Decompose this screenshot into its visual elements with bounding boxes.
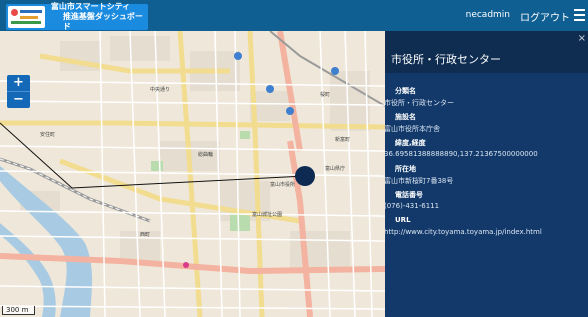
app-title: 富山市スマートシティ 推進基盤ダッシュボード [51,2,148,32]
city-logo-icon [8,6,45,28]
map-label: 桜町 [320,92,331,98]
panel-body: 分類名 市役所・行政センター 施設名 富山市役所本庁舎 緯度,経度 36.695… [385,73,588,317]
map-scale: 300 m [2,306,36,315]
field-value-address: 富山市新桜町7番38号 [385,177,454,185]
logout-link[interactable]: ログアウト [520,9,570,24]
app-title-line2: 推進基盤ダッシュボード [62,12,143,31]
detail-panel: × 市役所・行政センター 分類名 市役所・行政センター 施設名 富山市役所本庁舎… [385,31,588,317]
zoom-out-button[interactable]: − [7,92,30,108]
map-label: 富山市役所 [270,182,296,188]
close-icon[interactable]: × [578,33,586,44]
field-label-phone: 電話番号 [395,191,423,199]
field-value-latlng: 36.69581388888890,137.21367500000000 [385,150,538,158]
map-label: 安住町 [40,132,56,138]
app-header: 富山市スマートシティ 推進基盤ダッシュボード necadmin ログアウト [0,0,588,31]
field-value-url[interactable]: http://www.city.toyama.toyama.jp/index.h… [385,228,542,236]
hamburger-menu-icon[interactable] [574,9,585,21]
field-value-phone: (076)-431-6111 [385,202,440,210]
field-label-address: 所在地 [395,165,416,173]
field-value-facility: 富山市役所本庁舎 [385,125,440,133]
app-title-line1: 富山市スマートシティ [50,2,131,11]
zoom-in-button[interactable]: + [7,75,30,92]
map-label: 西町 [140,232,151,238]
field-label-latlng: 緯度,経度 [395,139,426,147]
field-value-category: 市役所・行政センター [385,99,454,107]
map-view[interactable]: 富山城址公園 富山市役所 富山県庁 西町 総曲輪 中央通り 桜町 新富町 安住町… [0,31,385,317]
zoom-control: + − [7,75,30,108]
field-label-url: URL [395,216,411,224]
field-label-category: 分類名 [395,87,416,95]
map-label: 富山城址公園 [252,212,283,218]
map-label: 総曲輪 [198,152,214,158]
map-label: 富山県庁 [325,166,346,172]
app-logo[interactable]: 富山市スマートシティ 推進基盤ダッシュボード [6,2,148,32]
map-canvas [0,31,385,317]
map-label: 中央通り [150,87,171,93]
location-marker[interactable] [295,166,315,186]
panel-title: 市役所・行政センター [391,53,501,66]
field-label-facility: 施設名 [395,113,416,121]
username: necadmin [465,10,510,20]
map-label: 新富町 [335,137,351,143]
